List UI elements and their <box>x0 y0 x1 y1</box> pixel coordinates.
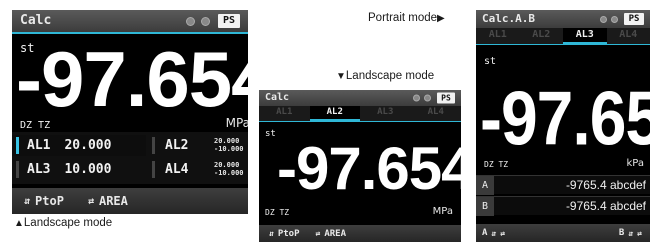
tab-al3[interactable]: AL3 <box>360 106 411 121</box>
area-icon: ⇄ <box>637 228 642 238</box>
unit-label: kPa <box>626 158 645 169</box>
tab-al4[interactable]: AL4 <box>607 28 650 44</box>
ptop-icon: ⇵ <box>24 195 31 207</box>
main-value: -97.650 <box>480 75 650 161</box>
ptop-button[interactable]: ⇵ PtoP <box>24 194 64 208</box>
ptop-label: PtoP <box>35 194 64 208</box>
caption-portrait: Portrait mode ▶ <box>368 12 445 24</box>
area-icon: ⇄ <box>87 195 94 207</box>
st-label: st <box>265 129 276 139</box>
knob-icon <box>611 15 618 23</box>
b-label: B <box>618 228 625 238</box>
ptop-icon: ⇵ <box>269 229 274 238</box>
row-b: B -9765.4 abcdef <box>476 196 650 216</box>
alarm-tabs: AL1 AL2 AL3 AL4 <box>476 28 650 44</box>
alarm-name: AL3 <box>27 162 51 177</box>
ptop-icon: ⇵ <box>628 228 634 238</box>
ps-badge: PS <box>218 14 240 28</box>
alarm-name: AL1 <box>27 138 51 153</box>
title-bar: Calc PS <box>259 90 461 106</box>
status-flags: DZ TZ <box>265 208 290 217</box>
bottom-bar: ⇵ PtoP ⇄ AREA <box>259 225 461 242</box>
tab-al1[interactable]: AL1 <box>476 28 520 44</box>
bottom-bar: A ⇵ ⇄ B ⇵ ⇄ <box>476 224 650 242</box>
tab-al2[interactable]: AL2 <box>520 28 564 44</box>
alarm-name: AL4 <box>165 162 189 177</box>
knob-icon <box>600 15 607 23</box>
alarm-lo: -10.000 <box>214 145 244 153</box>
knob-icon <box>201 16 210 26</box>
ptop-icon: ⇵ <box>491 228 497 238</box>
a-button[interactable]: A ⇵ ⇄ <box>482 228 505 238</box>
area-button[interactable]: ⇄ AREA <box>88 194 128 208</box>
tab-al1[interactable]: AL1 <box>259 106 310 121</box>
alarm-al3[interactable]: AL3 10.000 <box>12 159 146 180</box>
alarm-al2[interactable]: AL2 20.000 -10.000 <box>150 135 248 156</box>
title-text: Calc <box>265 92 290 103</box>
area-button[interactable]: ⇄ AREA <box>316 229 347 239</box>
knob-icon <box>424 94 431 102</box>
area-label: AREA <box>324 228 347 239</box>
alarm-name: AL2 <box>165 138 189 153</box>
tab-al4[interactable]: AL4 <box>411 106 462 121</box>
status-flags: DZ TZ <box>20 120 51 131</box>
alarm-value: 10.000 <box>64 162 112 177</box>
ptop-label: PtoP <box>277 228 300 239</box>
caption-landscape-small: ▼Landscape mode <box>336 70 435 82</box>
caption-landscape-big: ▲Landscape mode <box>14 217 113 229</box>
portrait-screen: Calc.A.B PS AL1 AL2 AL3 AL4 st -97.650 D… <box>476 10 650 242</box>
knob-icon <box>413 94 420 102</box>
title-text: Calc <box>20 13 52 28</box>
area-icon: ⇄ <box>500 228 506 238</box>
row-a: A -9765.4 abcdef <box>476 175 650 195</box>
st-label: st <box>484 56 497 67</box>
title-bar: Calc.A.B PS <box>476 10 650 28</box>
alarm-al4[interactable]: AL4 20.000 -10.000 <box>150 159 248 180</box>
b-button[interactable]: B ⇵ ⇄ <box>619 228 642 238</box>
tab-al2[interactable]: AL2 <box>309 106 360 121</box>
alarm-tabs: AL1 AL2 AL3 AL4 <box>259 106 461 121</box>
knob-icon <box>186 16 195 26</box>
tab-al3[interactable]: AL3 <box>563 28 607 44</box>
title-bar: Calc PS <box>12 10 248 32</box>
alarm-grid: AL1 20.000 AL2 20.000 -10.000 AL3 10.000… <box>12 132 248 184</box>
unit-label: MPa <box>225 116 248 130</box>
main-value: -97.654 <box>16 35 248 123</box>
main-value: -97.654 <box>277 135 461 202</box>
landscape-screen-large: Calc PS st -97.654 DZ TZ MPa AL1 20.000 … <box>12 10 248 214</box>
alarm-value: 20.000 <box>64 138 112 153</box>
ps-badge: PS <box>624 13 644 25</box>
row-a-value: -9765.4 abcdef <box>565 178 646 192</box>
row-a-label: A <box>476 175 494 195</box>
row-b-label: B <box>476 196 494 216</box>
ptop-button[interactable]: ⇵ PtoP <box>269 229 300 239</box>
landscape-screen-small: Calc PS AL1 AL2 AL3 AL4 st -97.654 DZ TZ… <box>259 90 461 242</box>
row-b-value: -9765.4 abcdef <box>565 199 646 213</box>
alarm-hi: 20.000 <box>214 161 240 169</box>
bottom-bar: ⇵ PtoP ⇄ AREA <box>12 188 248 214</box>
alarm-al1[interactable]: AL1 20.000 <box>12 135 146 156</box>
title-text: Calc.A.B <box>482 12 535 25</box>
status-flags: DZ TZ <box>484 160 509 169</box>
area-icon: ⇄ <box>315 229 321 238</box>
alarm-lo: -10.000 <box>214 169 244 177</box>
area-label: AREA <box>98 194 128 208</box>
ps-badge: PS <box>437 92 455 104</box>
unit-label: MPa <box>432 206 453 217</box>
alarm-hi: 20.000 <box>214 137 240 145</box>
a-label: A <box>482 228 488 238</box>
